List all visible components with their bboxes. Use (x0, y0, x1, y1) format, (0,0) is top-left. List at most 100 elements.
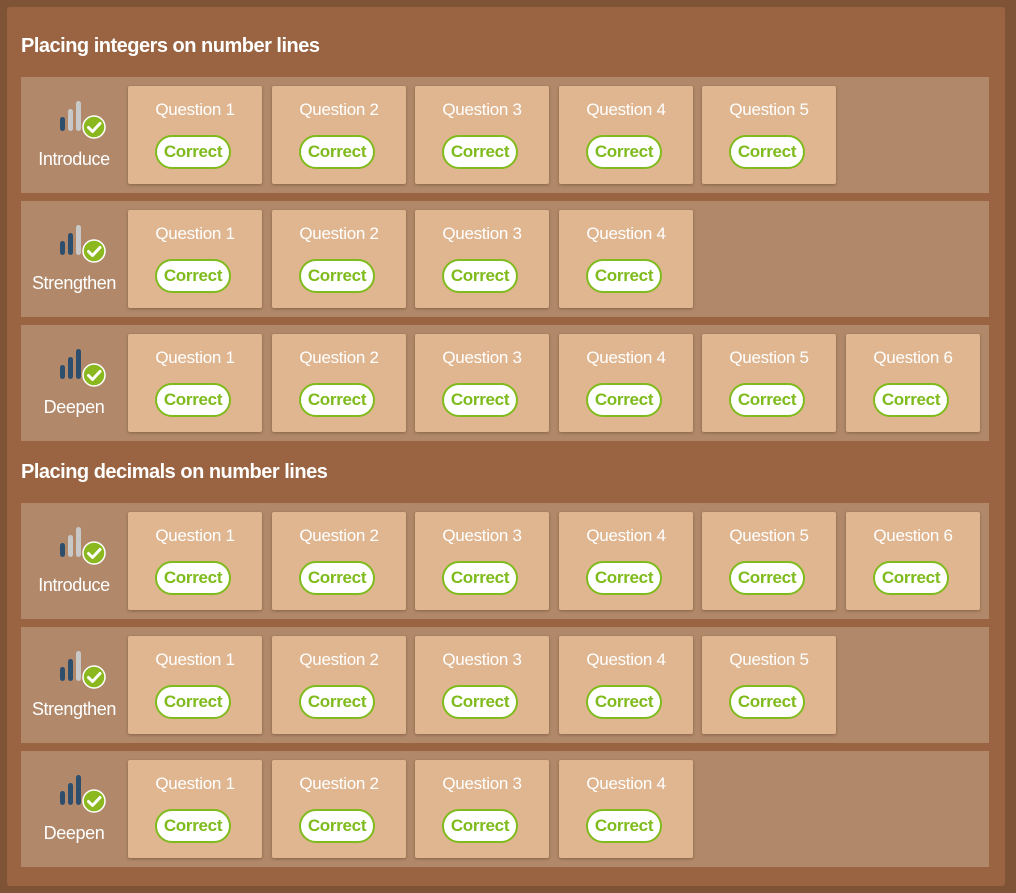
difficulty-bars-check-icon (60, 349, 106, 387)
difficulty-bars-check-icon (60, 775, 106, 813)
correct-badge-button[interactable]: Correct (299, 135, 375, 169)
level-name: Strengthen (31, 699, 117, 719)
correct-badge-button[interactable]: Correct (873, 561, 949, 595)
question-card[interactable]: Question 4 Correct (559, 760, 693, 858)
correct-badge-button[interactable]: Correct (442, 685, 518, 719)
question-label: Question 4 (586, 774, 666, 793)
question-card[interactable]: Question 2 Correct (272, 86, 406, 184)
level-name: Deepen (43, 823, 105, 843)
level-name: Introduce (38, 575, 110, 595)
question-card[interactable]: Question 3 Correct (415, 512, 549, 610)
correct-badge-button[interactable]: Correct (442, 135, 518, 169)
level-row-deepen: Deepen Question 1 Correct Question 2 Correct… (21, 751, 989, 867)
question-label: Question 3 (442, 100, 522, 119)
question-label: Question 2 (299, 774, 379, 793)
correct-badge-button[interactable]: Correct (155, 383, 231, 417)
correct-badge-button[interactable]: Correct (442, 809, 518, 843)
correct-badge-button[interactable]: Correct (729, 383, 805, 417)
correct-badge-button[interactable]: Correct (155, 685, 231, 719)
level-indicator: Strengthen (21, 201, 127, 317)
correct-badge-button[interactable]: Correct (155, 135, 231, 169)
correct-badge-button[interactable]: Correct (299, 383, 375, 417)
question-label: Question 3 (442, 224, 522, 243)
correct-badge-button[interactable]: Correct (442, 259, 518, 293)
question-label: Question 1 (155, 100, 235, 119)
question-card[interactable]: Question 4 Correct (559, 636, 693, 734)
question-card[interactable]: Question 2 Correct (272, 210, 406, 308)
level-indicator: Deepen (21, 751, 127, 867)
correct-badge-button[interactable]: Correct (586, 259, 662, 293)
correct-badge-button[interactable]: Correct (586, 383, 662, 417)
correct-badge-button[interactable]: Correct (586, 809, 662, 843)
question-card[interactable]: Question 3 Correct (415, 334, 549, 432)
question-label: Question 2 (299, 100, 379, 119)
correct-badge-button[interactable]: Correct (442, 383, 518, 417)
correct-badge-button[interactable]: Correct (155, 259, 231, 293)
question-card[interactable]: Question 4 Correct (559, 512, 693, 610)
correct-badge-button[interactable]: Correct (299, 561, 375, 595)
question-label: Question 2 (299, 348, 379, 367)
correct-badge-button[interactable]: Correct (155, 561, 231, 595)
difficulty-bars-check-icon (60, 225, 106, 263)
correct-badge-button[interactable]: Correct (729, 685, 805, 719)
question-label: Question 1 (155, 526, 235, 545)
question-card[interactable]: Question 2 Correct (272, 760, 406, 858)
question-card[interactable]: Question 4 Correct (559, 86, 693, 184)
correct-badge-button[interactable]: Correct (442, 561, 518, 595)
correct-badge-button[interactable]: Correct (586, 685, 662, 719)
question-card[interactable]: Question 1 Correct (128, 512, 262, 610)
level-name: Introduce (38, 149, 110, 169)
question-card[interactable]: Question 1 Correct (128, 86, 262, 184)
question-card[interactable]: Question 5 Correct (702, 636, 836, 734)
question-card[interactable]: Question 1 Correct (128, 334, 262, 432)
question-card[interactable]: Question 4 Correct (559, 210, 693, 308)
question-label: Question 6 (873, 526, 953, 545)
question-label: Question 4 (586, 348, 666, 367)
level-indicator: Deepen (21, 325, 127, 441)
level-row-introduce: Introduce Question 1 Correct Question 2 Corr… (21, 503, 989, 619)
level-row-deepen: Deepen Question 1 Correct Question 2 Correct… (21, 325, 989, 441)
correct-badge-button[interactable]: Correct (729, 135, 805, 169)
question-card[interactable]: Question 6 Correct (846, 512, 980, 610)
question-label: Question 3 (442, 650, 522, 669)
difficulty-bars-check-icon (60, 101, 106, 139)
question-label: Question 1 (155, 224, 235, 243)
question-card[interactable]: Question 3 Correct (415, 636, 549, 734)
question-label: Question 3 (442, 348, 522, 367)
correct-badge-button[interactable]: Correct (729, 561, 805, 595)
correct-badge-button[interactable]: Correct (873, 383, 949, 417)
question-card[interactable]: Question 6 Correct (846, 334, 980, 432)
difficulty-bars-check-icon (60, 651, 106, 689)
question-card[interactable]: Question 1 Correct (128, 210, 262, 308)
question-card[interactable]: Question 5 Correct (702, 512, 836, 610)
question-label: Question 4 (586, 100, 666, 119)
question-card[interactable]: Question 1 Correct (128, 636, 262, 734)
question-card[interactable]: Question 3 Correct (415, 760, 549, 858)
section-title: Placing decimals on number lines (21, 461, 328, 483)
correct-badge-button[interactable]: Correct (155, 809, 231, 843)
question-card[interactable]: Question 1 Correct (128, 760, 262, 858)
question-card[interactable]: Question 2 Correct (272, 512, 406, 610)
question-card[interactable]: Question 2 Correct (272, 636, 406, 734)
question-label: Question 2 (299, 224, 379, 243)
question-card[interactable]: Question 4 Correct (559, 334, 693, 432)
section-title: Placing integers on number lines (21, 35, 320, 57)
question-label: Question 5 (729, 348, 809, 367)
correct-badge-button[interactable]: Correct (586, 561, 662, 595)
level-row-strengthen: Strengthen Question 1 Correct Question 2 Cor… (21, 627, 989, 743)
question-label: Question 3 (442, 774, 522, 793)
question-label: Question 5 (729, 100, 809, 119)
level-indicator: Introduce (21, 503, 127, 619)
question-label: Question 1 (155, 348, 235, 367)
correct-badge-button[interactable]: Correct (299, 685, 375, 719)
question-card[interactable]: Question 3 Correct (415, 86, 549, 184)
correct-badge-button[interactable]: Correct (586, 135, 662, 169)
question-card[interactable]: Question 5 Correct (702, 86, 836, 184)
question-card[interactable]: Question 5 Correct (702, 334, 836, 432)
correct-badge-button[interactable]: Correct (299, 809, 375, 843)
question-card[interactable]: Question 3 Correct (415, 210, 549, 308)
question-card[interactable]: Question 2 Correct (272, 334, 406, 432)
question-label: Question 4 (586, 526, 666, 545)
question-label: Question 4 (586, 224, 666, 243)
correct-badge-button[interactable]: Correct (299, 259, 375, 293)
